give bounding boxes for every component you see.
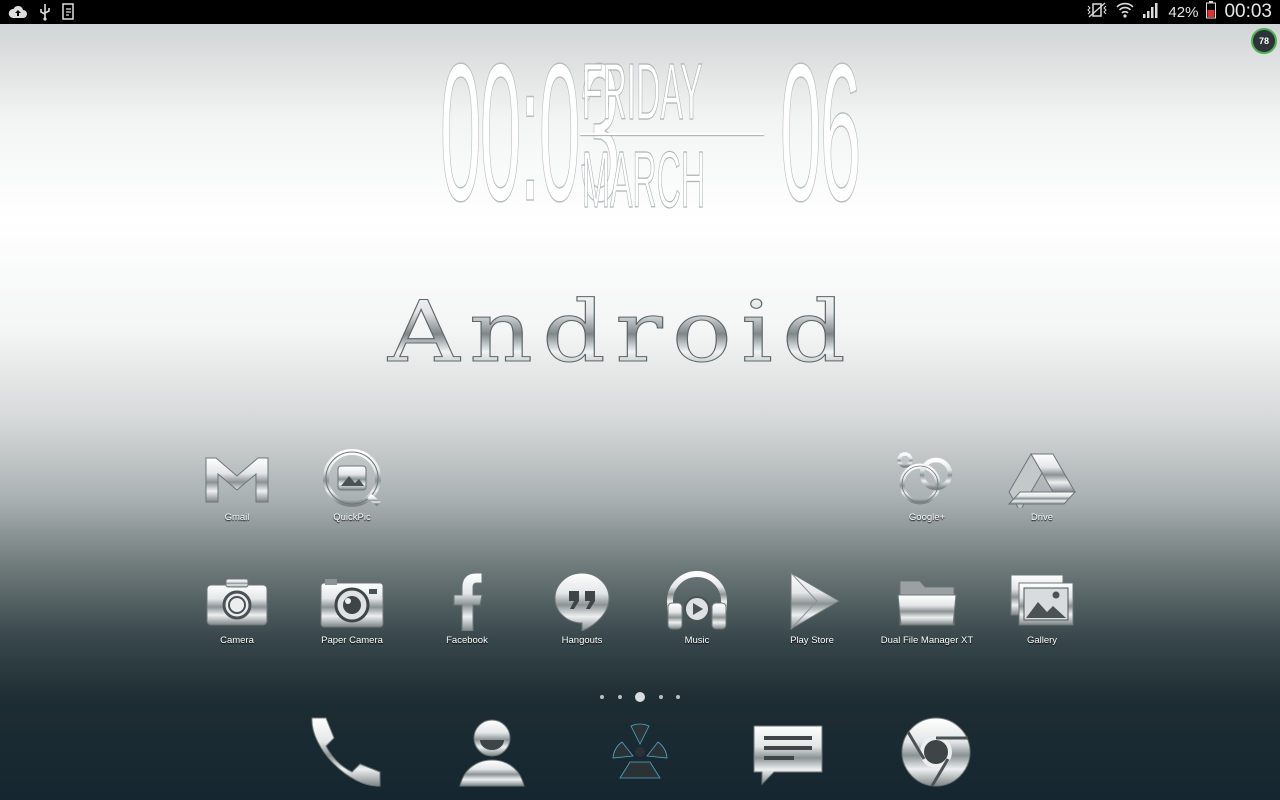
usb-icon (38, 3, 52, 26)
clock-separator: : (519, 23, 541, 242)
contacts-icon (459, 719, 525, 787)
app-music[interactable]: Music (642, 571, 752, 661)
signal-icon (1142, 1, 1160, 23)
app-label: Music (684, 635, 710, 646)
app-label: Paper Camera (321, 635, 383, 646)
app-play-store[interactable]: Play Store (757, 571, 867, 661)
page-dot[interactable] (658, 695, 663, 699)
app-label: Play Store (790, 635, 834, 646)
app-camera[interactable]: Camera (182, 571, 292, 661)
android-logo-text: Android (387, 283, 983, 382)
paper-camera-icon (320, 579, 384, 628)
app-label: Hangouts (561, 635, 603, 646)
page-dot[interactable] (617, 695, 622, 699)
clock-day: 06 (780, 23, 862, 242)
gmail-icon (205, 457, 269, 503)
music-icon (667, 571, 727, 630)
dock-app-drawer[interactable] (600, 712, 680, 792)
cloud-upload-icon (8, 4, 28, 25)
app-label: Google+ (908, 512, 946, 523)
phone-icon (311, 717, 381, 787)
clock-month: MARCH (582, 135, 706, 224)
app-google-plus[interactable]: Google+ (872, 448, 982, 538)
app-facebook[interactable]: Facebook (412, 571, 522, 661)
app-dual-file-manager[interactable]: Dual File Manager XT (872, 571, 982, 661)
app-label: Gmail (224, 512, 250, 523)
app-gallery[interactable]: Gallery (987, 571, 1097, 661)
google-plus-icon (897, 452, 953, 505)
app-label: Camera (220, 635, 254, 646)
page-dot-current[interactable] (635, 692, 645, 702)
app-quickpic[interactable]: QuickPic (297, 448, 407, 538)
app-label: Dual File Manager XT (880, 635, 974, 646)
app-drive[interactable]: Drive (987, 448, 1097, 538)
page-indicator[interactable] (600, 690, 680, 704)
wifi-icon (1116, 1, 1135, 23)
app-drawer-icon (612, 723, 668, 779)
app-label: Facebook (446, 635, 488, 646)
app-label: QuickPic (333, 512, 371, 523)
battery-widget[interactable]: 78 (1251, 28, 1277, 54)
clock-hours: 00 (440, 23, 522, 242)
app-gmail[interactable]: Gmail (182, 448, 292, 538)
app-label: Drive (1030, 512, 1054, 523)
clock-weekday: FRIDAY (582, 47, 703, 136)
folder-icon (897, 580, 957, 626)
hangouts-icon (554, 572, 610, 631)
dock-messaging[interactable] (748, 712, 828, 792)
status-bar: 42% 00:03 (0, 0, 1280, 24)
clock-widget[interactable]: 00:03 FRIDAY MARCH 06 (440, 23, 862, 242)
quickpic-icon (323, 449, 381, 507)
app-hangouts[interactable]: Hangouts (527, 571, 637, 661)
battery-icon (1206, 1, 1217, 23)
gallery-icon (1010, 574, 1074, 626)
facebook-icon (453, 572, 483, 631)
battery-percent: 42% (1168, 3, 1199, 21)
dock-contacts[interactable] (452, 712, 532, 792)
vibrate-icon (1086, 2, 1108, 22)
page-dot[interactable] (600, 695, 604, 699)
app-label: Gallery (1026, 635, 1058, 646)
drive-icon (1007, 453, 1077, 508)
dock-chrome[interactable] (898, 712, 978, 792)
battery-widget-value: 78 (1258, 36, 1269, 46)
chrome-icon (901, 717, 971, 787)
app-paper-camera[interactable]: Paper Camera (297, 571, 407, 661)
android-logo: Android (387, 283, 892, 382)
play-store-icon (790, 572, 840, 630)
dock-phone[interactable] (302, 712, 382, 792)
camera-icon (206, 578, 268, 626)
messaging-icon (753, 725, 823, 786)
page-dot[interactable] (676, 695, 680, 699)
status-time: 00:03 (1224, 1, 1272, 22)
screenshot-icon (62, 3, 76, 26)
